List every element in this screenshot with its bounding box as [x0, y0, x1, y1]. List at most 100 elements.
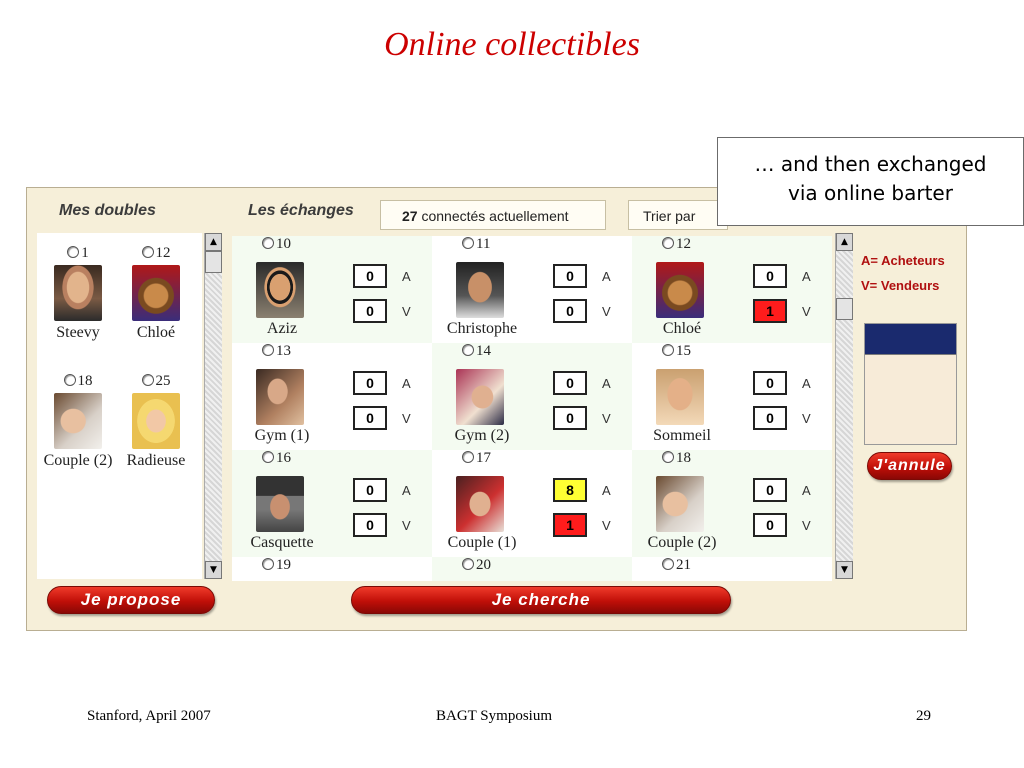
legend: A= Acheteurs V= Vendeurs	[861, 248, 945, 298]
doubles-scrollbar[interactable]: ▲ ▼	[204, 233, 222, 579]
radio-button[interactable]	[63, 374, 76, 386]
sellers-label: V	[402, 411, 411, 426]
radio-button[interactable]	[462, 344, 474, 356]
exchange-cell-20[interactable]: 20	[432, 557, 632, 581]
sticker-name: Sommeil	[653, 427, 711, 444]
selection-list-box[interactable]	[864, 323, 957, 445]
sellers-count: 0	[753, 513, 787, 537]
radio-button[interactable]	[262, 344, 274, 356]
radio-button[interactable]	[262, 558, 274, 570]
exchange-cell-17[interactable]: 17 Couple (1) 8 A 1 V	[432, 450, 632, 557]
selected-row-highlight	[865, 324, 956, 355]
exchange-cell-16[interactable]: 16 Casquette 0 A 0 V	[232, 450, 432, 557]
scroll-down-icon[interactable]: ▼	[205, 561, 222, 579]
sticker-name: Christophe	[446, 320, 518, 337]
sticker-number: 10	[262, 236, 291, 253]
sticker-photo	[456, 476, 504, 532]
sticker-photo-couple-2	[54, 393, 102, 449]
sellers-label: V	[802, 411, 811, 426]
buyers-count: 0	[553, 264, 587, 288]
scroll-up-icon[interactable]: ▲	[836, 233, 853, 251]
buyers-count: 0	[353, 264, 387, 288]
sellers-count: 0	[353, 406, 387, 430]
radio-button[interactable]	[662, 558, 674, 570]
radio-button[interactable]	[262, 451, 274, 463]
cancel-button[interactable]: J'annule	[867, 452, 952, 480]
radio-button[interactable]	[67, 246, 80, 258]
radio-button[interactable]	[462, 237, 474, 249]
radio-button[interactable]	[141, 374, 154, 386]
buyers-count: 8	[553, 478, 587, 502]
legend-sellers: V= Vendeurs	[861, 278, 940, 293]
radio-button[interactable]	[662, 344, 674, 356]
double-number: 1	[37, 245, 119, 263]
double-item-25[interactable]: 25 Radieuse	[115, 373, 197, 470]
sticker-number: 14	[462, 343, 491, 360]
sort-by-label: Trier par	[643, 208, 696, 224]
callout-line-1: … and then exchanged	[754, 152, 987, 176]
sellers-count: 0	[753, 406, 787, 430]
connected-users-status: 27 connectés actuellement	[380, 200, 606, 230]
exchange-cell-14[interactable]: 14 Gym (2) 0 A 0 V	[432, 343, 632, 450]
sticker-name: Couple (1)	[447, 534, 517, 551]
exchange-cell-13[interactable]: 13 Gym (1) 0 A 0 V	[232, 343, 432, 450]
buyers-count: 0	[753, 478, 787, 502]
legend-buyers: A= Acheteurs	[861, 253, 945, 268]
radio-button[interactable]	[662, 237, 674, 249]
exchange-cell-21[interactable]: 21	[632, 557, 832, 581]
sticker-photo	[656, 476, 704, 532]
sticker-number: 16	[262, 450, 291, 467]
double-item-1[interactable]: 1 Steevy	[37, 245, 119, 342]
buyers-count: 0	[353, 478, 387, 502]
annotation-callout: … and then exchanged via online barter	[717, 137, 1024, 226]
exchange-cell-18[interactable]: 18 Couple (2) 0 A 0 V	[632, 450, 832, 557]
buyers-label: A	[602, 376, 611, 391]
exchange-cell-12[interactable]: 12 Chloé 0 A 1 V	[632, 236, 832, 343]
sellers-count: 1	[753, 299, 787, 323]
footer-left: Stanford, April 2007	[87, 708, 211, 724]
sticker-name: Aziz	[266, 320, 298, 337]
radio-button[interactable]	[462, 558, 474, 570]
exchange-grid: 10 Aziz 0 A 0 V 11 Christophe 0 A 0 V 12 Chloé 0 A 1 V 13 G…	[232, 236, 832, 581]
sellers-label: V	[602, 411, 611, 426]
double-number: 12	[115, 245, 197, 263]
sticker-name: Gym (1)	[254, 427, 310, 444]
sort-by-dropdown[interactable]: Trier par	[628, 200, 728, 230]
double-item-12[interactable]: 12 Chloé	[115, 245, 197, 342]
double-item-18[interactable]: 18 Couple (2)	[37, 373, 119, 470]
sellers-count: 0	[553, 299, 587, 323]
sticker-name: Gym (2)	[454, 427, 510, 444]
exchange-cell-19[interactable]: 19	[232, 557, 432, 581]
scroll-thumb[interactable]	[205, 251, 222, 273]
exchange-cell-15[interactable]: 15 Sommeil 0 A 0 V	[632, 343, 832, 450]
collectibles-app-window: Mes doubles Les échanges 27 connectés ac…	[26, 187, 967, 631]
buyers-label: A	[402, 269, 411, 284]
double-name: Radieuse	[126, 452, 186, 469]
buyers-label: A	[402, 483, 411, 498]
buyers-label: A	[402, 376, 411, 391]
search-button[interactable]: Je cherche	[351, 586, 731, 614]
radio-button[interactable]	[262, 237, 274, 249]
callout-line-2: via online barter	[788, 181, 953, 205]
sticker-number: 12	[662, 236, 691, 253]
connected-text: connectés actuellement	[417, 208, 569, 224]
slide-title: Online collectibles	[384, 26, 640, 63]
scroll-thumb[interactable]	[836, 298, 853, 320]
sticker-photo-chloe	[132, 265, 180, 321]
exchanges-heading: Les échanges	[248, 202, 354, 219]
scroll-down-icon[interactable]: ▼	[836, 561, 853, 579]
sticker-photo	[456, 369, 504, 425]
sticker-number: 15	[662, 343, 691, 360]
radio-button[interactable]	[662, 451, 674, 463]
radio-button[interactable]	[462, 451, 474, 463]
exchange-cell-11[interactable]: 11 Christophe 0 A 0 V	[432, 236, 632, 343]
double-number: 18	[37, 373, 119, 391]
sticker-photo	[256, 369, 304, 425]
propose-button[interactable]: Je propose	[47, 586, 215, 614]
radio-button[interactable]	[141, 246, 154, 258]
sticker-name: Couple (2)	[647, 534, 717, 551]
exchange-cell-10[interactable]: 10 Aziz 0 A 0 V	[232, 236, 432, 343]
sticker-number: 11	[462, 236, 490, 253]
scroll-up-icon[interactable]: ▲	[205, 233, 222, 251]
exchange-scrollbar[interactable]: ▲ ▼	[835, 233, 853, 579]
